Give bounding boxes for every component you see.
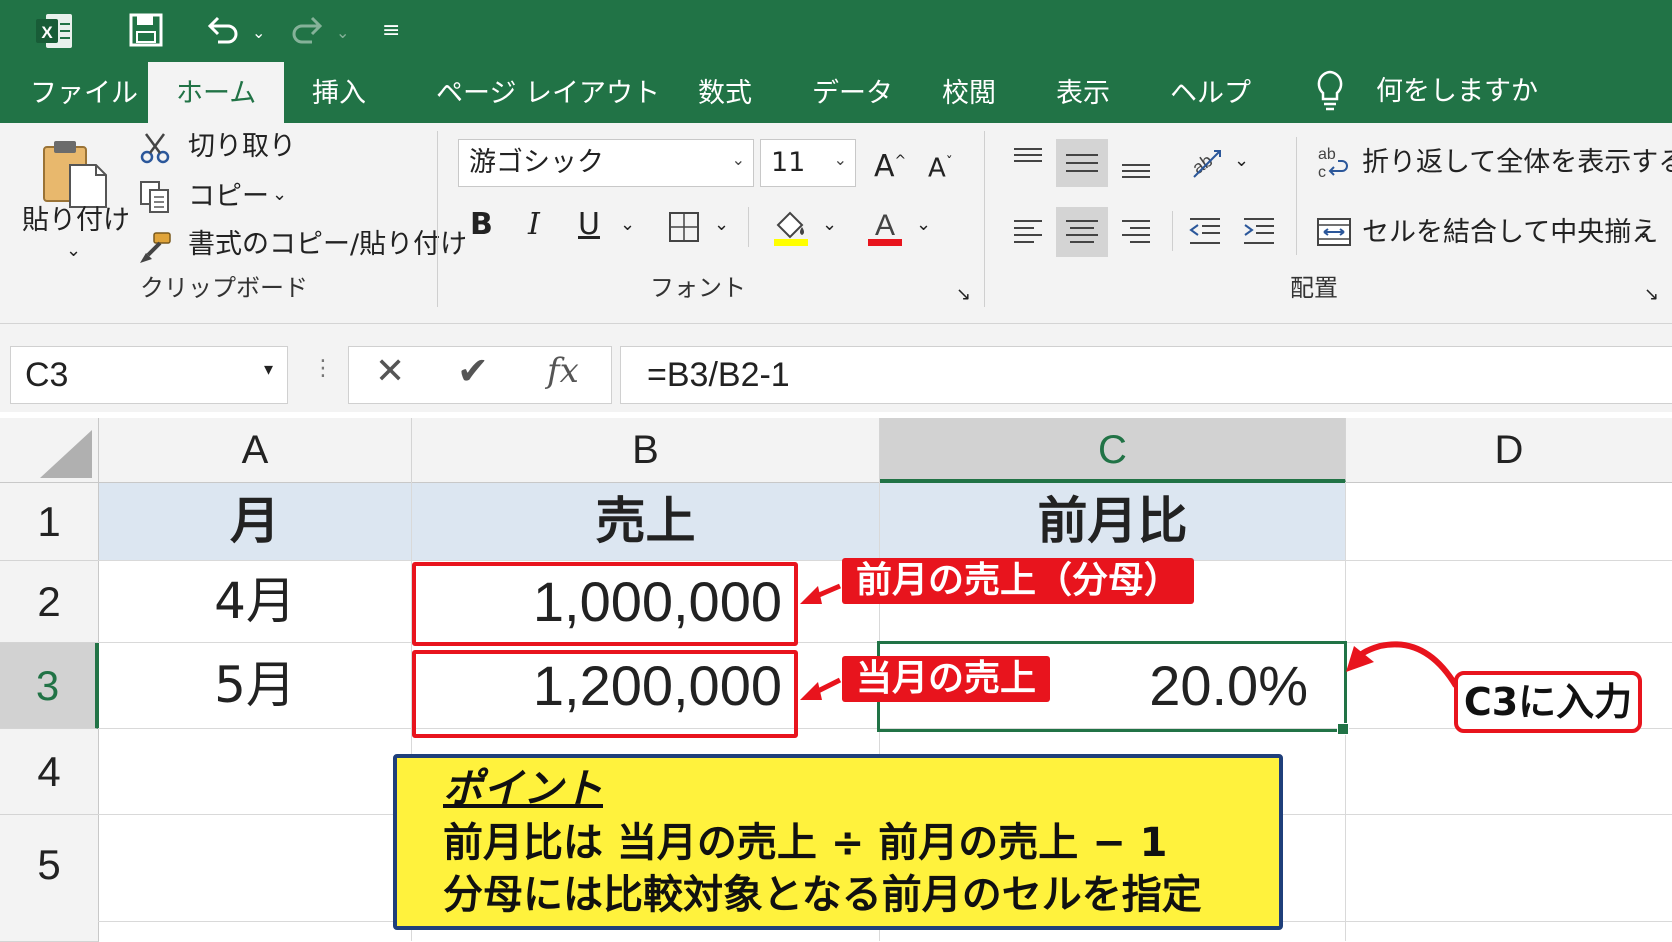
prev-month-sales-label: 前月の売上（分母） — [842, 558, 1195, 604]
c3-input-label: C3に入力 — [1454, 671, 1642, 733]
point-line-2: 分母には比較対象となる前月のセルを指定 — [443, 872, 1202, 918]
arrow-to-c3 — [1346, 641, 1459, 688]
arrow-to-b2 — [800, 583, 841, 604]
arrow-to-b3 — [800, 677, 842, 700]
this-month-sales-label: 当月の売上 — [842, 656, 1051, 702]
point-line-1: 前月比は 当月の売上 ÷ 前月の売上 − 1 — [443, 820, 1168, 866]
point-title: ポイント — [443, 766, 603, 812]
point-callout: ポイント 前月比は 当月の売上 ÷ 前月の売上 − 1 分母には比較対象となる前… — [393, 754, 1283, 930]
